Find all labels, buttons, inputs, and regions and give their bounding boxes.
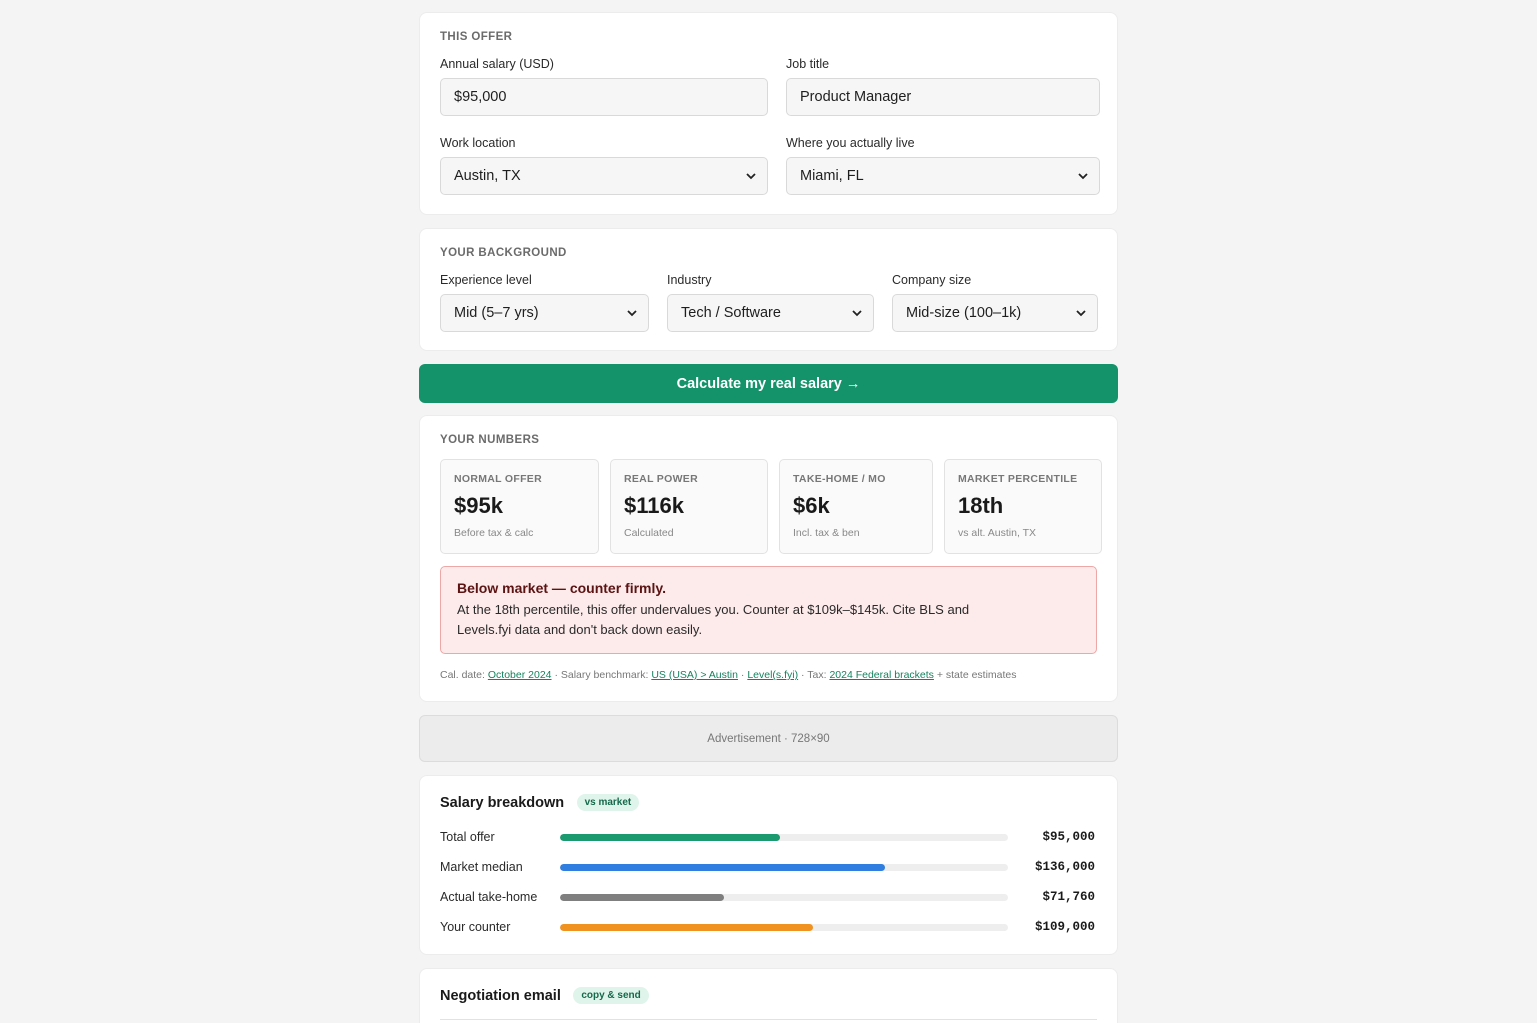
ad-label: Advertisement · 728×90: [707, 732, 830, 745]
background-card: YOUR BACKGROUND Experience level Mid (5–…: [419, 228, 1118, 351]
separator: ·: [740, 669, 745, 681]
stat-label: NORMAL OFFER: [454, 473, 542, 485]
salary-value: $95,000: [454, 89, 507, 105]
date-link[interactable]: October 2024: [488, 669, 552, 681]
tax-link[interactable]: 2024 Federal brackets: [829, 669, 933, 681]
numbers-card: YOUR NUMBERS NORMAL OFFER $95k Before ta…: [419, 415, 1118, 702]
background-section-label: YOUR BACKGROUND: [440, 247, 567, 259]
email-card: Negotiation email copy & send: [419, 968, 1118, 1023]
bar-row-market-median: Market median $136,000: [440, 852, 1097, 882]
job-title-input[interactable]: Product Manager: [786, 78, 1100, 116]
bar-track: [560, 893, 1008, 901]
separator: ·: [554, 669, 558, 681]
breakdown-card: Salary breakdown vs market Total offer $…: [419, 775, 1118, 955]
below-market-alert: Below market — counter firmly. At the 18…: [440, 566, 1097, 654]
experience-select[interactable]: Mid (5–7 yrs): [440, 294, 649, 332]
work-location-label: Work location: [440, 136, 516, 150]
main-column: THIS OFFER Annual salary (USD) $95,000 J…: [419, 12, 1118, 1023]
bar-label: Market median: [440, 860, 523, 874]
bar-label: Actual take-home: [440, 890, 538, 904]
email-title: Negotiation email: [440, 987, 561, 1004]
benchmark-link-levels[interactable]: Level(s.fyi): [747, 669, 798, 681]
live-location-value: Miami, FL: [800, 168, 864, 184]
chevron-down-icon: [852, 310, 862, 317]
stats-grid: NORMAL OFFER $95k Before tax & calc REAL…: [440, 459, 1102, 554]
bar-row-take-home: Actual take-home $71,760: [440, 882, 1097, 912]
stat-real-power: REAL POWER $116k Calculated: [610, 459, 768, 554]
stat-sub: Before tax & calc: [454, 527, 534, 539]
alert-title: Below market — counter firmly.: [457, 580, 667, 596]
chevron-down-icon: [746, 173, 756, 180]
stat-normal-offer: NORMAL OFFER $95k Before tax & calc: [440, 459, 599, 554]
breakdown-title: Salary breakdown: [440, 794, 565, 811]
advertisement-slot: Advertisement · 728×90: [419, 715, 1118, 762]
bar-fill: [560, 923, 814, 931]
stat-take-home: TAKE-HOME / MO $6k Incl. tax & ben: [779, 459, 933, 554]
chevron-down-icon: [1076, 310, 1086, 317]
experience-value: Mid (5–7 yrs): [454, 305, 539, 321]
bar-track: [560, 863, 1008, 871]
chevron-down-icon: [1078, 173, 1088, 180]
company-size-value: Mid-size (100–1k): [906, 305, 1022, 321]
stat-value: $95k: [454, 493, 503, 518]
bar-label: Total offer: [440, 830, 495, 844]
bar-fill: [560, 863, 885, 871]
stat-market-percentile: MARKET PERCENTILE 18th vs alt. Austin, T…: [944, 459, 1102, 554]
email-badge: copy & send: [573, 987, 649, 1005]
stat-value: $116k: [624, 493, 684, 518]
bar-row-counter: Your counter $109,000: [440, 912, 1097, 942]
job-title-value: Product Manager: [800, 89, 912, 105]
industry-select[interactable]: Tech / Software: [667, 294, 874, 332]
stat-value: 18th: [958, 493, 1004, 518]
job-title-label: Job title: [786, 57, 830, 71]
stat-sub: vs alt. Austin, TX: [958, 527, 1037, 539]
tax-suffix: + state estimates: [936, 669, 1017, 681]
breakdown-badge: vs market: [576, 794, 640, 812]
numbers-section-label: YOUR NUMBERS: [440, 434, 540, 446]
bar-value: $136,000: [1034, 860, 1095, 874]
email-textarea[interactable]: [440, 1019, 1097, 1023]
stat-label: TAKE-HOME / MO: [793, 473, 886, 485]
live-location-label: Where you actually live: [786, 136, 915, 150]
bar-value: $109,000: [1034, 920, 1095, 934]
industry-label: Industry: [667, 273, 712, 287]
date-label: Cal. date:: [440, 669, 485, 681]
salary-input[interactable]: $95,000: [440, 78, 768, 116]
stat-sub: Incl. tax & ben: [793, 527, 860, 539]
bar-track: [560, 923, 1008, 931]
stat-label: REAL POWER: [624, 473, 698, 485]
bar-value: $71,760: [1042, 890, 1095, 904]
tax-label: Tax:: [807, 669, 827, 681]
offer-card: THIS OFFER Annual salary (USD) $95,000 J…: [419, 12, 1118, 215]
work-location-select[interactable]: Austin, TX: [440, 157, 768, 195]
bar-value: $95,000: [1042, 830, 1095, 844]
company-size-select[interactable]: Mid-size (100–1k): [892, 294, 1098, 332]
bar-fill: [560, 833, 780, 841]
source-meta: Cal. date: October 2024 · Salary benchma…: [440, 669, 1097, 681]
work-location-value: Austin, TX: [454, 168, 521, 184]
separator: ·: [801, 669, 805, 681]
live-location-select[interactable]: Miami, FL: [786, 157, 1100, 195]
chevron-down-icon: [627, 310, 637, 317]
stat-sub: Calculated: [624, 527, 674, 539]
salary-label: Annual salary (USD): [440, 57, 554, 71]
company-size-label: Company size: [892, 273, 972, 287]
stat-label: MARKET PERCENTILE: [958, 473, 1078, 485]
alert-body: At the 18th percentile, this offer under…: [457, 602, 970, 637]
stat-value: $6k: [793, 493, 830, 518]
bar-label: Your counter: [440, 920, 511, 934]
bar-row-total-offer: Total offer $95,000: [440, 822, 1097, 852]
bar-fill: [560, 893, 724, 901]
benchmark-label: Salary benchmark:: [560, 669, 649, 681]
benchmark-link-location[interactable]: US (USA) > Austin: [651, 669, 738, 681]
industry-value: Tech / Software: [681, 305, 781, 321]
bar-track: [560, 833, 1008, 841]
experience-label: Experience level: [440, 273, 532, 287]
offer-section-label: THIS OFFER: [440, 31, 513, 43]
calculate-button[interactable]: Calculate my real salary →: [419, 364, 1118, 403]
